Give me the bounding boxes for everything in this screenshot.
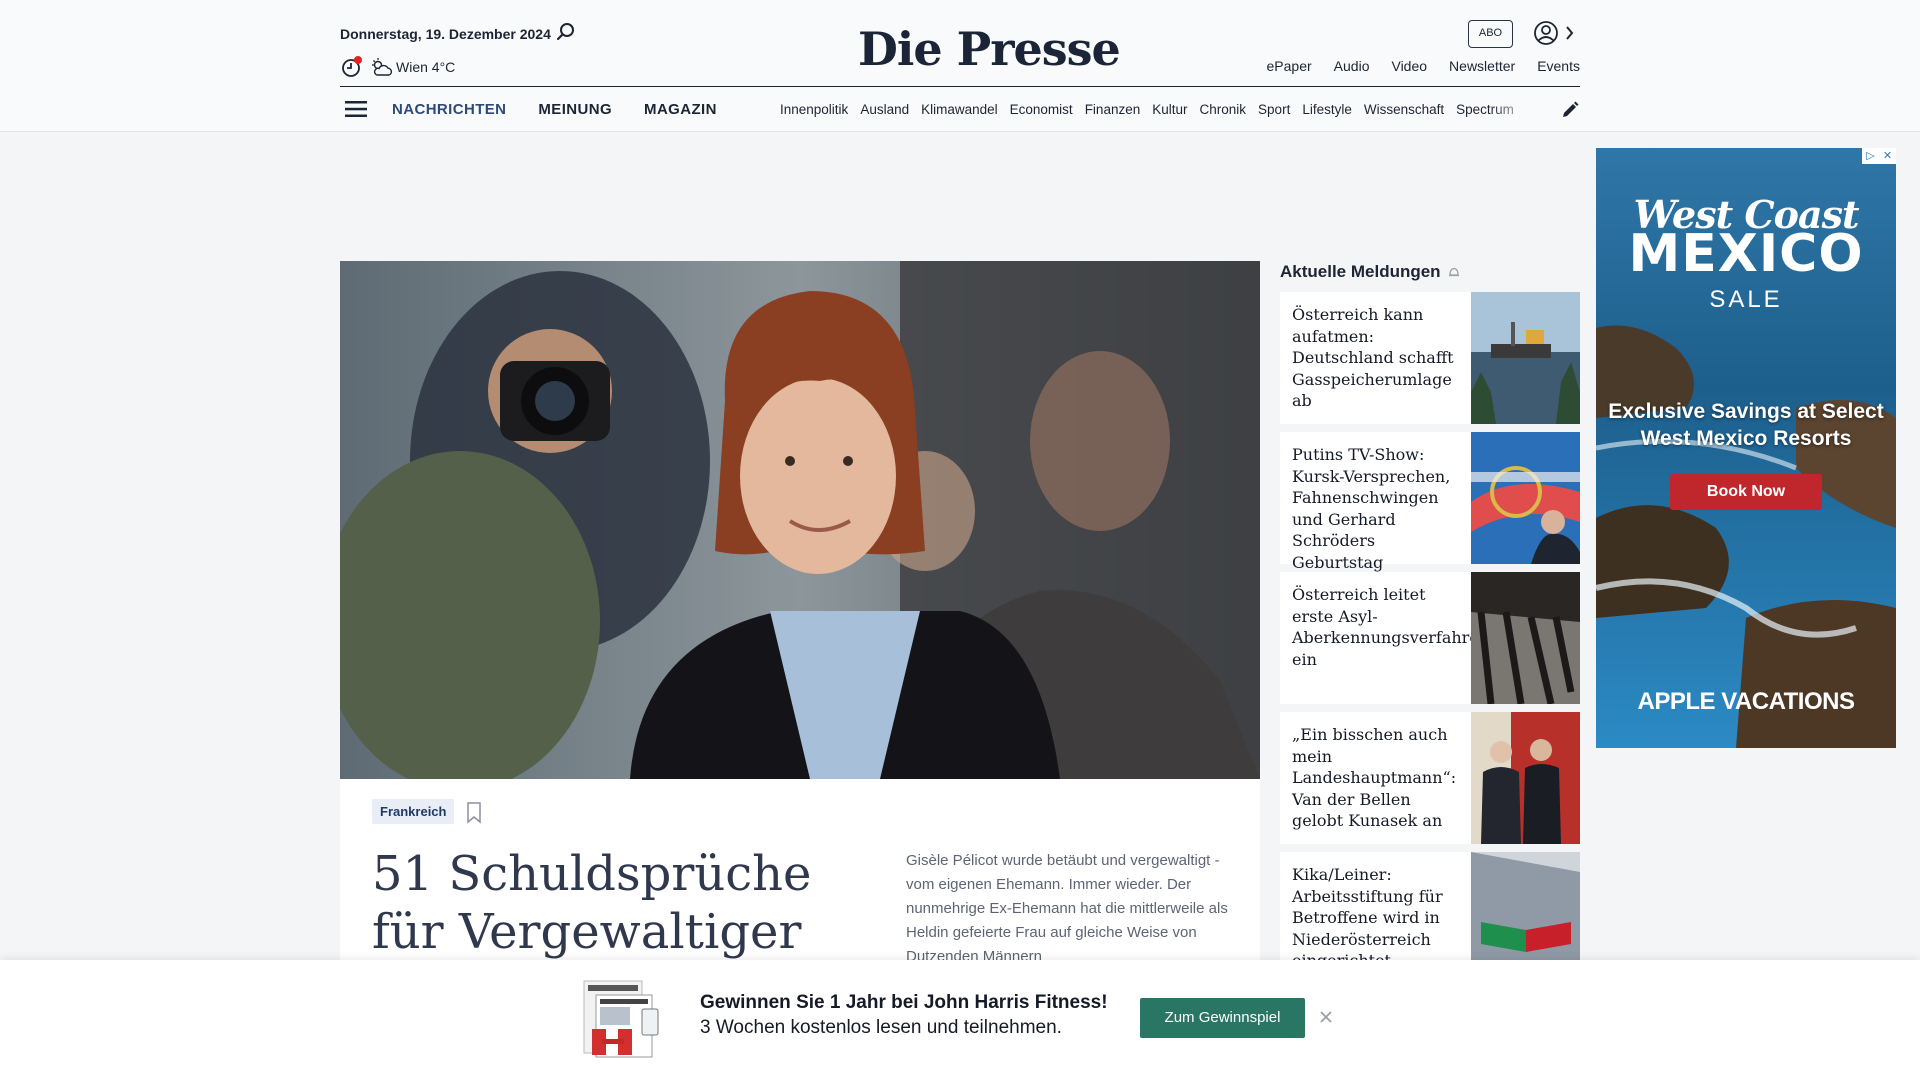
link-epaper[interactable]: ePaper [1267, 58, 1312, 74]
promo-banner: Gewinnen Sie 1 Jahr bei John Harris Fitn… [0, 960, 1920, 1080]
search-icon[interactable] [555, 21, 577, 43]
hero-image[interactable] [340, 261, 1260, 779]
ad-subtext: Exclusive Savings at Select West Mexico … [1608, 400, 1884, 450]
ad-sale: SALE [1709, 286, 1783, 313]
ad-brand: APPLE VACATIONS [1637, 688, 1855, 715]
close-icon[interactable] [1318, 1009, 1334, 1025]
news-item-title: Putins TV-Show: Kursk-Versprechen, Fahne… [1292, 445, 1451, 572]
menu-icon[interactable] [344, 99, 368, 119]
subnav-sport[interactable]: Sport [1258, 102, 1290, 117]
subnav-economist[interactable]: Economist [1010, 102, 1073, 117]
ad-book-now-button[interactable]: Book Now [1670, 474, 1822, 510]
account-icon[interactable] [1532, 18, 1576, 48]
news-item[interactable]: „Ein bisschen auch mein Landeshauptmann“… [1280, 712, 1580, 844]
advertisement[interactable]: ▷ ✕ West Coast MEXICO SALE Exclusive Sav… [1596, 148, 1896, 748]
news-item-title: Österreich kann aufatmen: Deutschland sc… [1292, 305, 1454, 410]
pencil-icon[interactable] [1561, 101, 1579, 119]
promo-image [583, 980, 659, 1058]
news-item[interactable]: Österreich leitet erste Asyl-Aberkennung… [1280, 572, 1580, 704]
site-header: Donnerstag, 19. Dezember 2024 Wien 4°C D… [0, 0, 1920, 132]
link-events[interactable]: Events [1537, 58, 1580, 74]
sub-nav: Innenpolitik Ausland Klimawandel Economi… [780, 102, 1535, 117]
subnav-spectrum[interactable]: Spectrum [1456, 102, 1514, 117]
news-item-image [1471, 432, 1580, 564]
link-video[interactable]: Video [1391, 58, 1427, 74]
subnav-chronik[interactable]: Chronik [1200, 102, 1247, 117]
link-newsletter[interactable]: Newsletter [1449, 58, 1515, 74]
bookmark-icon[interactable] [466, 802, 482, 824]
weather-icon [372, 58, 393, 76]
news-item[interactable]: Putins TV-Show: Kursk-Versprechen, Fahne… [1280, 432, 1580, 572]
news-item-image [1471, 572, 1580, 704]
category-tag[interactable]: Frankreich [372, 799, 455, 824]
bell-icon[interactable] [1447, 265, 1461, 279]
close-icon[interactable]: ✕ [1879, 148, 1896, 164]
link-audio[interactable]: Audio [1334, 58, 1370, 74]
news-section-title: Aktuelle Meldungen [1280, 262, 1461, 282]
promo-cta-button[interactable]: Zum Gewinnspiel [1140, 998, 1305, 1038]
site-logo[interactable]: Die Presse [858, 22, 1121, 76]
subnav-kultur[interactable]: Kultur [1152, 102, 1187, 117]
live-ticker-icon[interactable] [340, 55, 364, 79]
hero-teaser: Gisèle Pélicot wurde betäubt und vergewa… [906, 852, 1228, 965]
top-links: ePaper Audio Video Newsletter Events [1267, 58, 1580, 74]
promo-text: Gewinnen Sie 1 Jahr bei John Harris Fitn… [700, 990, 1108, 1040]
nav-divider [340, 86, 1580, 87]
current-date: Donnerstag, 19. Dezember 2024 [340, 26, 551, 42]
weather-text: Wien 4°C [396, 59, 456, 75]
subnav-wissenschaft[interactable]: Wissenschaft [1364, 102, 1444, 117]
subnav-klimawandel[interactable]: Klimawandel [921, 102, 998, 117]
news-section-label: Aktuelle Meldungen [1280, 262, 1441, 281]
promo-line-2: 3 Wochen kostenlos lesen und teilnehmen. [700, 1017, 1062, 1038]
subnav-lifestyle[interactable]: Lifestyle [1302, 102, 1352, 117]
subnav-ausland[interactable]: Ausland [860, 102, 909, 117]
news-item-title: Österreich leitet erste Asyl-Aberkennung… [1292, 585, 1490, 669]
news-item-title: „Ein bisschen auch mein Landeshauptmann“… [1292, 725, 1457, 830]
subnav-finanzen[interactable]: Finanzen [1085, 102, 1141, 117]
promo-line-1: Gewinnen Sie 1 Jahr bei John Harris Fitn… [700, 992, 1108, 1013]
nav-meinung[interactable]: MEINUNG [538, 101, 612, 118]
subnav-innenpolitik[interactable]: Innenpolitik [780, 102, 848, 117]
ad-headline: MEXICO [1628, 224, 1864, 284]
ad-close[interactable]: ▷ ✕ [1862, 148, 1896, 164]
news-item-title: Kika/Leiner: Arbeitsstiftung für Betroff… [1292, 865, 1443, 970]
adchoices-icon[interactable]: ▷ [1862, 148, 1879, 164]
news-item-image [1471, 712, 1580, 844]
news-list: Österreich kann aufatmen: Deutschland sc… [1280, 292, 1580, 992]
abo-button[interactable]: ABO [1468, 20, 1513, 48]
news-item[interactable]: Österreich kann aufatmen: Deutschland sc… [1280, 292, 1580, 424]
news-item-image [1471, 292, 1580, 424]
nav-nachrichten[interactable]: NACHRICHTEN [392, 101, 506, 118]
nav-magazin[interactable]: MAGAZIN [644, 101, 717, 118]
main-nav: NACHRICHTEN MEINUNG MAGAZIN [392, 101, 717, 118]
